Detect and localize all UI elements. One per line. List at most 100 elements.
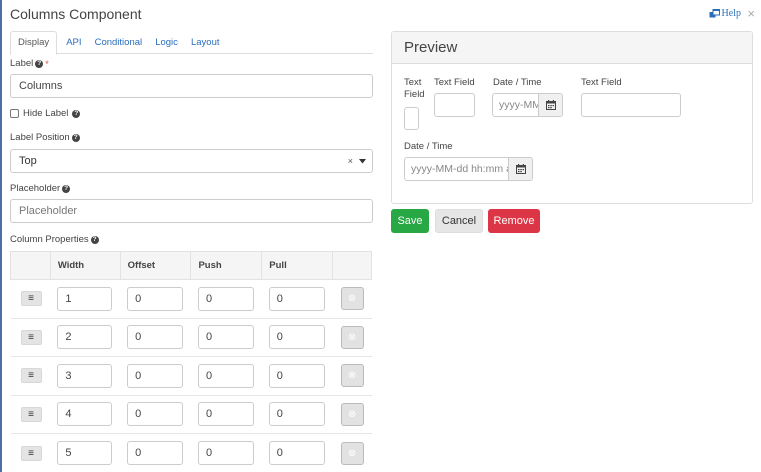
placeholder-label-text: Placeholder [10, 183, 61, 194]
remove-row-icon[interactable]: ⊗ [340, 325, 364, 349]
label-input[interactable]: Columns [10, 74, 373, 98]
tab-api[interactable]: API [62, 32, 85, 55]
save-button[interactable]: Save [391, 209, 429, 233]
help-link[interactable]: Help [709, 8, 741, 19]
pull-input[interactable]: 0 [268, 325, 325, 350]
preview-datetime-2-label: Date / Time [404, 141, 453, 152]
drag-cell: ≡ [10, 356, 51, 395]
pull-cell: 0 [261, 279, 333, 318]
preview-text-field-1-input[interactable] [404, 107, 419, 130]
push-input[interactable]: 0 [197, 402, 254, 427]
window-edge [0, 0, 2, 472]
calendar-icon[interactable] [538, 94, 562, 116]
preview-text-field-1-label-line1: Text [404, 77, 422, 88]
offset-cell: 0 [120, 317, 191, 357]
width-input[interactable]: 2 [57, 325, 113, 350]
preview-title: Preview [392, 32, 752, 64]
label-position-select[interactable]: Top × [10, 149, 373, 173]
preview-datetime-2-input[interactable]: yyyy-MM-dd hh:mm a [404, 157, 533, 181]
preview-text-field-2-input[interactable] [434, 93, 475, 117]
required-marker: * [45, 58, 49, 69]
pull-input[interactable]: 0 [268, 363, 325, 388]
clear-icon[interactable]: × [348, 150, 353, 172]
offset-input[interactable]: 0 [127, 286, 184, 311]
question-icon: ? [62, 184, 71, 193]
caret-down-icon[interactable] [359, 150, 366, 172]
offset-cell: 0 [120, 394, 191, 434]
offset-input[interactable]: 0 [127, 363, 184, 388]
placeholder-input[interactable]: Placeholder [10, 199, 373, 223]
tab-conditional[interactable]: Conditional [91, 32, 147, 55]
push-input[interactable]: 0 [197, 441, 254, 465]
preview-text-field-2-label: Text Field [434, 77, 475, 88]
drag-cell: ≡ [10, 317, 51, 357]
offset-cell: 0 [120, 433, 191, 472]
question-icon: ? [71, 133, 80, 142]
column-properties-label: Column Properties ? [10, 234, 99, 245]
push-input[interactable]: 0 [197, 363, 254, 388]
column-properties-table: Width Offset Push Pull ≡ 1 0 0 0 ⊗ ≡ 2 0… [10, 251, 372, 472]
width-input[interactable]: 5 [57, 441, 113, 465]
preview-panel: Preview Text Field Text Field Date / Tim… [391, 31, 753, 204]
remove-cell: ⊗ [332, 433, 372, 472]
drag-handle-icon[interactable]: ≡ [20, 329, 42, 345]
width-input[interactable]: 1 [57, 286, 113, 311]
drag-handle-icon[interactable]: ≡ [20, 368, 42, 384]
width-cell: 2 [50, 317, 121, 357]
close-button[interactable]: × [747, 6, 755, 21]
preview-text-field-3-input[interactable] [581, 93, 681, 117]
remove-button[interactable]: Remove [488, 209, 540, 233]
hide-label-checkbox-row[interactable]: Hide Label ? [10, 108, 81, 119]
tab-display[interactable]: Display [10, 31, 58, 55]
preview-text-field-1-label: Text Field [404, 77, 425, 101]
remove-row-icon[interactable]: ⊗ [340, 287, 364, 311]
table-header-offset: Offset [119, 251, 192, 280]
offset-input[interactable]: 0 [127, 325, 184, 350]
label-position-value: Top [19, 155, 37, 167]
drag-handle-icon[interactable]: ≡ [20, 291, 42, 307]
preview-text-field-3-label: Text Field [581, 77, 622, 88]
table-header-row: Width Offset Push Pull [10, 251, 372, 280]
cancel-button[interactable]: Cancel [435, 209, 483, 233]
modal-title: Columns Component [10, 6, 142, 22]
width-cell: 5 [50, 433, 121, 472]
table-row: ≡ 5 0 0 0 ⊗ [10, 433, 372, 472]
remove-row-icon[interactable]: ⊗ [340, 402, 364, 426]
pull-input[interactable]: 0 [268, 441, 325, 465]
table-header-actions [332, 251, 372, 280]
pull-input[interactable]: 0 [268, 402, 325, 427]
push-cell: 0 [190, 279, 262, 318]
hide-label-checkbox[interactable] [10, 109, 19, 118]
offset-input[interactable]: 0 [127, 402, 184, 427]
preview-datetime-2-placeholder: yyyy-MM-dd hh:mm a [411, 163, 509, 175]
question-icon: ? [72, 109, 81, 118]
pull-input[interactable]: 0 [268, 286, 325, 311]
remove-row-icon[interactable]: ⊗ [340, 441, 364, 465]
pull-cell: 0 [261, 394, 333, 434]
pull-cell: 0 [261, 433, 333, 472]
push-cell: 0 [190, 356, 262, 395]
table-row: ≡ 4 0 0 0 ⊗ [10, 394, 372, 434]
offset-cell: 0 [120, 279, 191, 318]
remove-row-icon[interactable]: ⊗ [340, 364, 364, 388]
preview-datetime-1-placeholder: yyyy-MM-dd hh:mm a [499, 99, 539, 111]
offset-input[interactable]: 0 [127, 441, 184, 465]
tab-logic[interactable]: Logic [151, 32, 182, 55]
width-input[interactable]: 4 [57, 402, 113, 427]
drag-handle-icon[interactable]: ≡ [20, 445, 42, 461]
remove-cell: ⊗ [332, 356, 372, 395]
tab-layout[interactable]: Layout [187, 32, 224, 55]
drag-cell: ≡ [10, 433, 51, 472]
push-input[interactable]: 0 [197, 286, 254, 311]
remove-cell: ⊗ [332, 279, 372, 318]
label-field-label: Label ? * [10, 58, 49, 69]
drag-handle-icon[interactable]: ≡ [20, 406, 42, 422]
offset-cell: 0 [120, 356, 191, 395]
push-cell: 0 [190, 394, 262, 434]
preview-datetime-1-input[interactable]: yyyy-MM-dd hh:mm a [492, 93, 563, 117]
push-input[interactable]: 0 [197, 325, 254, 350]
width-input[interactable]: 3 [57, 363, 113, 388]
placeholder-label: Placeholder ? [10, 183, 71, 194]
calendar-icon[interactable] [508, 158, 532, 180]
remove-cell: ⊗ [332, 317, 372, 357]
